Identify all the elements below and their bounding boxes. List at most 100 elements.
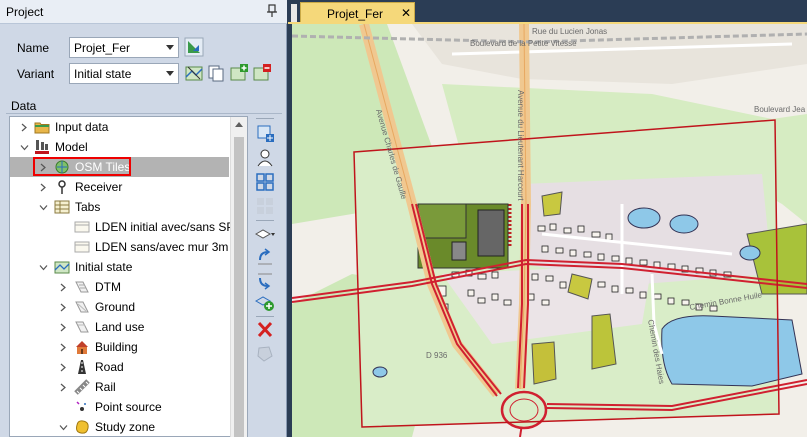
water-body	[372, 366, 388, 378]
divider	[256, 220, 274, 221]
map-tiles-icon	[55, 160, 69, 174]
map-label-avenue: Avenue du Lieutenant Harcourt	[516, 90, 525, 201]
tree-item-rail[interactable]: Rail	[10, 377, 229, 397]
water-body	[627, 207, 661, 229]
toolbar-grip	[256, 118, 274, 119]
tree-item-tabs[interactable]: Tabs	[10, 197, 229, 217]
chevron-right-icon[interactable]	[59, 363, 68, 372]
map-label-road-ref: D 936	[426, 351, 448, 360]
tree-item-label: Model	[55, 140, 88, 154]
variant-combo[interactable]: Initial state	[69, 63, 179, 84]
water-body	[669, 214, 699, 234]
roundabout-inner	[509, 398, 539, 422]
variant-label: Variant	[17, 67, 55, 81]
user-icon[interactable]	[254, 148, 276, 168]
building-icon	[76, 341, 88, 354]
add-variant-icon[interactable]	[229, 63, 249, 83]
shape-disabled-icon[interactable]	[254, 344, 276, 364]
receiver-icon	[58, 180, 66, 194]
delete-variant-icon[interactable]	[252, 63, 272, 83]
tree-item-label: Receiver	[75, 180, 123, 194]
tree-item-initial-state[interactable]: Initial state	[10, 257, 229, 277]
divider	[256, 316, 274, 317]
name-combo[interactable]: Projet_Fer	[69, 37, 179, 58]
move-up-icon[interactable]	[254, 248, 276, 268]
study-zone-icon	[76, 420, 89, 434]
folder-icon	[34, 122, 50, 134]
chevron-down-icon[interactable]	[39, 203, 48, 212]
chevron-down-icon[interactable]	[20, 143, 29, 152]
road-icon	[78, 360, 86, 374]
layers-dropdown-icon[interactable]	[254, 224, 276, 244]
grid-disabled-icon[interactable]	[254, 196, 276, 216]
tree-item-tab[interactable]: LDEN sans/avec mur 3m	[10, 237, 229, 257]
move-down-icon[interactable]	[254, 270, 276, 290]
chevron-down-icon	[166, 45, 174, 50]
close-icon[interactable]: ✕	[401, 6, 411, 20]
map-label-boulevard: Boulevard Jea	[754, 105, 806, 114]
table-icon	[54, 200, 70, 214]
scroll-up-icon[interactable]	[235, 122, 243, 127]
land-use-icon	[75, 321, 89, 333]
tree-item-label: Tabs	[75, 200, 101, 214]
tab-marker	[291, 4, 297, 22]
map-canvas[interactable]: Rue du Lucien Jonas Boulevard de la Peti…	[292, 24, 807, 437]
point-source-icon	[76, 401, 86, 411]
delete-icon[interactable]	[254, 320, 276, 340]
variant-value: Initial state	[74, 67, 132, 81]
data-tree[interactable]: Input data Model OSM Tiles Receiver Tabs	[9, 116, 248, 437]
pin-icon[interactable]	[266, 4, 278, 18]
tree-item-study-zone[interactable]: Study zone	[10, 417, 229, 436]
project-panel: Project Name Projet_Fer Variant Initial …	[0, 0, 287, 437]
scroll-thumb[interactable]	[234, 137, 244, 437]
panel-title: Project	[6, 5, 44, 19]
chevron-right-icon[interactable]	[59, 303, 68, 312]
project-settings-icon[interactable]	[184, 37, 204, 57]
tab-projet-fer[interactable]: Projet_Fer ✕	[300, 2, 415, 23]
chevron-right-icon[interactable]	[39, 163, 48, 172]
chevron-right-icon[interactable]	[39, 183, 48, 192]
tree-item-input-data[interactable]: Input data	[10, 117, 229, 137]
tree-scrollbar[interactable]	[230, 117, 247, 437]
map-view[interactable]: Rue du Lucien Jonas Boulevard de la Peti…	[288, 24, 807, 437]
tree-item-model[interactable]: Model	[10, 137, 229, 157]
tree-item-point-source[interactable]: Point source	[10, 397, 229, 417]
variant-map-icon[interactable]	[184, 63, 204, 83]
add-layer-icon[interactable]	[254, 292, 276, 312]
chevron-right-icon[interactable]	[59, 323, 68, 332]
water-body	[739, 245, 761, 261]
dtm-icon	[75, 281, 89, 293]
tree-item-osm-tiles[interactable]: OSM Tiles	[10, 157, 229, 177]
tree-item-label: Building	[95, 340, 138, 354]
tree-item-ground[interactable]: Ground	[10, 297, 229, 317]
tree-item-land-use[interactable]: Land use	[10, 317, 229, 337]
chevron-right-icon[interactable]	[59, 383, 68, 392]
chevron-down-icon[interactable]	[39, 263, 48, 272]
tree-item-label: OSM Tiles	[75, 160, 131, 174]
warehouse	[451, 241, 467, 261]
chevron-right-icon[interactable]	[59, 343, 68, 352]
tree-item-label: Ground	[95, 300, 136, 314]
chevron-right-icon[interactable]	[59, 283, 68, 292]
grid-icon[interactable]	[254, 172, 276, 192]
chevron-down-icon[interactable]	[59, 423, 68, 432]
chevron-right-icon[interactable]	[20, 123, 29, 132]
tab-label: Projet_Fer	[327, 7, 384, 21]
tree-item-dtm[interactable]: DTM	[10, 277, 229, 297]
tree-item-label: LDEN sans/avec mur 3m	[95, 240, 229, 254]
name-value: Projet_Fer	[74, 41, 131, 55]
tree-item-label: LDEN initial avec/sans SP	[95, 220, 235, 234]
tree-item-building[interactable]: Building	[10, 337, 229, 357]
tree-item-receiver[interactable]: Receiver	[10, 177, 229, 197]
warehouse	[477, 209, 505, 257]
ground-icon	[75, 301, 89, 313]
name-label: Name	[17, 41, 50, 55]
industrial-parcel	[417, 203, 467, 239]
add-object-icon[interactable]	[254, 124, 276, 144]
tree-item-label: Road	[95, 360, 124, 374]
data-section-label: Data	[11, 99, 37, 113]
copy-variant-icon[interactable]	[206, 63, 226, 83]
tree-item-tab[interactable]: LDEN initial avec/sans SP	[10, 217, 234, 237]
tree-item-road[interactable]: Road	[10, 357, 229, 377]
model-icon	[35, 140, 49, 154]
